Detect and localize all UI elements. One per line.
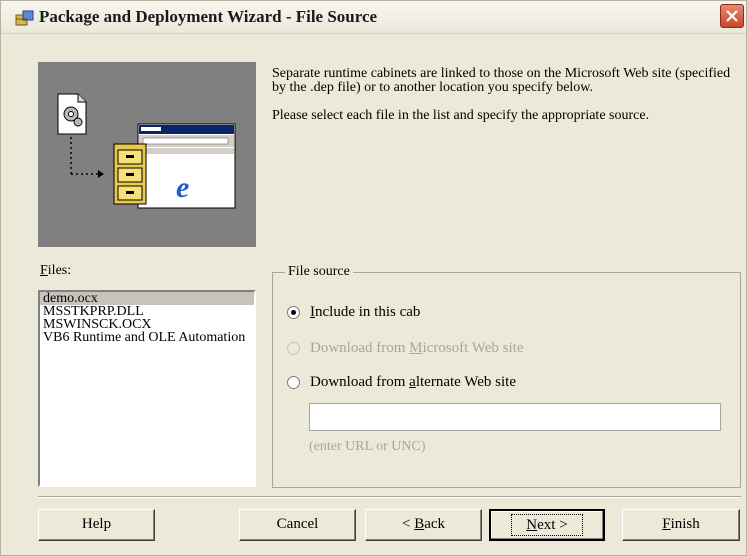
back-button[interactable]: < Back (365, 509, 482, 541)
gear-document-icon (57, 93, 87, 135)
internet-explorer-icon: e (176, 171, 189, 204)
cancel-button[interactable]: Cancel (239, 509, 356, 541)
file-source-title: File source (285, 264, 353, 280)
file-list-item[interactable]: VB6 Runtime and OLE Automation (40, 331, 254, 345)
file-source-group: File source Include in this cab Download… (272, 264, 741, 488)
window-title: Package and Deployment Wizard - File Sou… (39, 7, 378, 26)
close-icon (726, 10, 738, 22)
svg-text:e: e (176, 171, 189, 204)
download-microsoft-label: Download from Microsoft Web site (310, 340, 524, 356)
file-cabinet-icon (113, 143, 147, 205)
description-instruction: Please select each file in the list and … (272, 108, 650, 123)
button-separator (38, 496, 741, 498)
help-button[interactable]: Help (38, 509, 155, 541)
download-alternate-radio[interactable]: Download from alternate Web site (287, 374, 516, 391)
radio-disabled-icon (287, 342, 300, 355)
title-bar[interactable]: Package and Deployment Wizard - File Sou… (1, 1, 746, 34)
include-in-cab-label: Include in this cab (310, 304, 421, 320)
download-microsoft-radio: Download from Microsoft Web site (287, 340, 524, 357)
url-hint: (enter URL or UNC) (309, 439, 426, 454)
radio-unselected-icon[interactable] (287, 376, 300, 389)
files-list[interactable]: demo.ocx MSSTKPRP.DLL MSWINSCK.OCX VB6 R… (38, 290, 256, 487)
include-in-cab-radio[interactable]: Include in this cab (287, 304, 420, 321)
download-alternate-label: Download from alternate Web site (310, 374, 516, 390)
wizard-illustration: e (38, 62, 256, 247)
package-wizard-icon (15, 9, 35, 27)
description-paragraph: Separate runtime cabinets are linked to … (272, 66, 731, 95)
close-button[interactable] (720, 4, 744, 28)
description: Separate runtime cabinets are linked to … (272, 67, 742, 123)
finish-button[interactable]: Finish (622, 509, 740, 541)
next-button[interactable]: Next > (489, 509, 605, 541)
wizard-window: Package and Deployment Wizard - File Sou… (0, 0, 747, 556)
radio-selected-icon[interactable] (287, 306, 300, 319)
alternate-url-input[interactable] (309, 403, 721, 431)
files-label: Files: (40, 263, 72, 278)
